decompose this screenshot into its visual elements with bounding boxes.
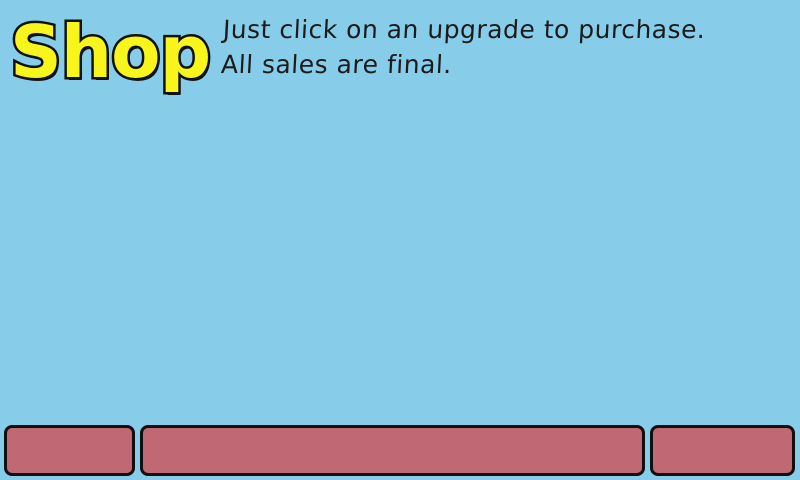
shop-instructions: Just click on an upgrade to purchase. Al… <box>220 12 784 82</box>
middle-bottom-button[interactable] <box>139 425 646 476</box>
right-bottom-button[interactable] <box>650 425 795 476</box>
bottom-button-bar <box>4 425 795 476</box>
shop-title: Shop <box>7 8 213 97</box>
instruction-line-2: All sales are final. <box>220 50 453 79</box>
left-bottom-button[interactable] <box>4 425 135 476</box>
instruction-line-1: Just click on an upgrade to purchase. <box>222 15 707 44</box>
